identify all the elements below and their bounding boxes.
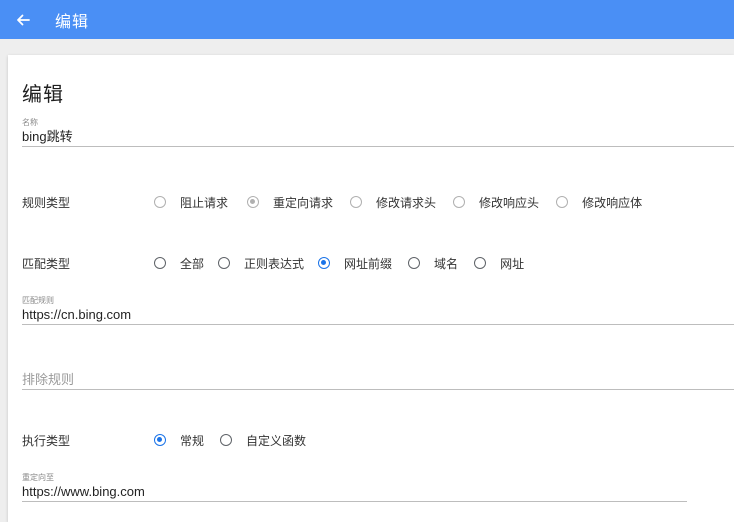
match-type-option-label: 域名: [434, 256, 459, 271]
match-rule-input[interactable]: [22, 306, 734, 324]
app-bar-title: 编辑: [55, 11, 90, 31]
exec-type-option-label: 自定义函数: [246, 433, 307, 448]
rule-type-option-label: 修改响应头: [479, 195, 540, 210]
rule-type-option-modify-req-header[interactable]: 修改请求头: [350, 194, 436, 211]
exec-type-option-label: 常规: [180, 433, 205, 448]
radio-icon: [408, 257, 421, 269]
rule-type-option-label: 修改请求头: [376, 195, 437, 210]
rule-type-option-modify-resp-header[interactable]: 修改响应头: [453, 194, 539, 211]
card-title: 编辑: [22, 82, 64, 106]
radio-icon: [218, 257, 231, 269]
rule-type-row: 规则类型 阻止请求 重定向请求 修改请求头 修改响应头 修改响应体: [22, 192, 642, 212]
match-type-label: 匹配类型: [22, 256, 71, 271]
exclude-rule-input[interactable]: [22, 370, 734, 389]
radio-selected-icon: [247, 196, 260, 208]
match-type-option-all[interactable]: 全部: [154, 255, 204, 272]
radio-icon: [220, 434, 233, 446]
rule-type-option-modify-resp-body[interactable]: 修改响应体: [556, 194, 642, 211]
match-type-option-label: 网址前缀: [344, 256, 393, 271]
exec-type-row: 执行类型 常规 自定义函数: [22, 430, 306, 450]
match-type-option-url[interactable]: 网址: [474, 255, 524, 272]
rule-type-option-block[interactable]: 阻止请求: [154, 194, 228, 211]
radio-icon: [556, 196, 569, 208]
redirect-to-field: 重定向至: [22, 473, 687, 502]
radio-icon: [474, 257, 487, 269]
redirect-to-input[interactable]: [22, 483, 687, 501]
rule-type-option-label: 阻止请求: [180, 195, 229, 210]
radio-icon: [154, 257, 166, 269]
redirect-to-label: 重定向至: [22, 473, 54, 482]
name-input[interactable]: [22, 128, 734, 146]
match-type-option-label: 正则表达式: [244, 256, 305, 271]
radio-icon: [154, 196, 166, 208]
radio-selected-icon: [318, 257, 331, 269]
rule-type-option-label: 重定向请求: [273, 195, 334, 210]
match-type-option-label: 全部: [180, 256, 205, 271]
match-rule-label: 匹配规则: [22, 296, 54, 305]
match-type-option-url-prefix[interactable]: 网址前缀: [318, 255, 392, 272]
match-type-option-domain[interactable]: 域名: [408, 255, 458, 272]
rule-type-option-redirect[interactable]: 重定向请求: [247, 194, 333, 211]
radio-icon: [350, 196, 363, 208]
exclude-rule-field: [22, 369, 734, 390]
radio-selected-icon: [154, 434, 166, 446]
rule-type-option-label: 修改响应体: [582, 195, 643, 210]
name-field: 名称: [22, 118, 734, 147]
match-type-option-label: 网址: [500, 256, 525, 271]
exec-type-option-normal[interactable]: 常规: [154, 432, 204, 449]
match-type-option-regex[interactable]: 正则表达式: [218, 255, 304, 272]
edit-card: 编辑 名称 规则类型 阻止请求 重定向请求 修改请求头 修改响应头 修改响应体: [8, 55, 734, 522]
back-button[interactable]: [14, 11, 32, 29]
rule-type-label: 规则类型: [22, 195, 71, 210]
match-type-row: 匹配类型 全部 正则表达式 网址前缀 域名 网址: [22, 253, 524, 273]
exec-type-option-custom-function[interactable]: 自定义函数: [220, 432, 306, 449]
radio-icon: [453, 196, 466, 208]
exec-type-label: 执行类型: [22, 433, 71, 448]
app-bar: 编辑: [0, 0, 734, 39]
name-field-label: 名称: [22, 118, 38, 127]
arrow-left-icon: [17, 14, 30, 25]
match-rule-field: 匹配规则: [22, 296, 734, 325]
